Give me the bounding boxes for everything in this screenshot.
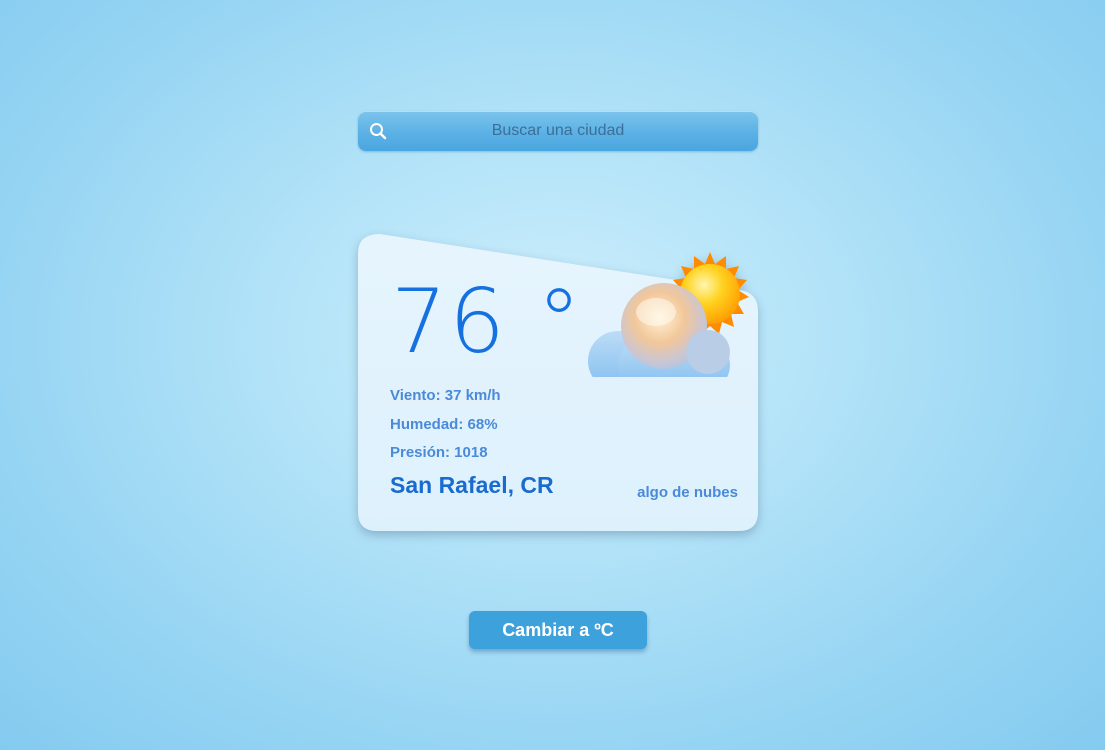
weather-description: algo de nubes: [637, 484, 738, 501]
unit-toggle-button[interactable]: Cambiar a ºC: [469, 611, 647, 649]
weather-card: 76 ° Viento: 37 km/h Humedad: 68% Presió…: [358, 234, 758, 531]
partly-cloudy-icon: [586, 252, 751, 392]
pressure-stat: Presión: 1018: [390, 444, 488, 461]
city-name: San Rafael, CR: [390, 472, 554, 498]
wind-stat: Viento: 37 km/h: [390, 387, 501, 404]
search-bar[interactable]: [358, 111, 758, 151]
humidity-stat: Humedad: 68%: [390, 416, 498, 433]
search-input[interactable]: [358, 111, 758, 151]
temperature: 76 °: [391, 270, 583, 373]
